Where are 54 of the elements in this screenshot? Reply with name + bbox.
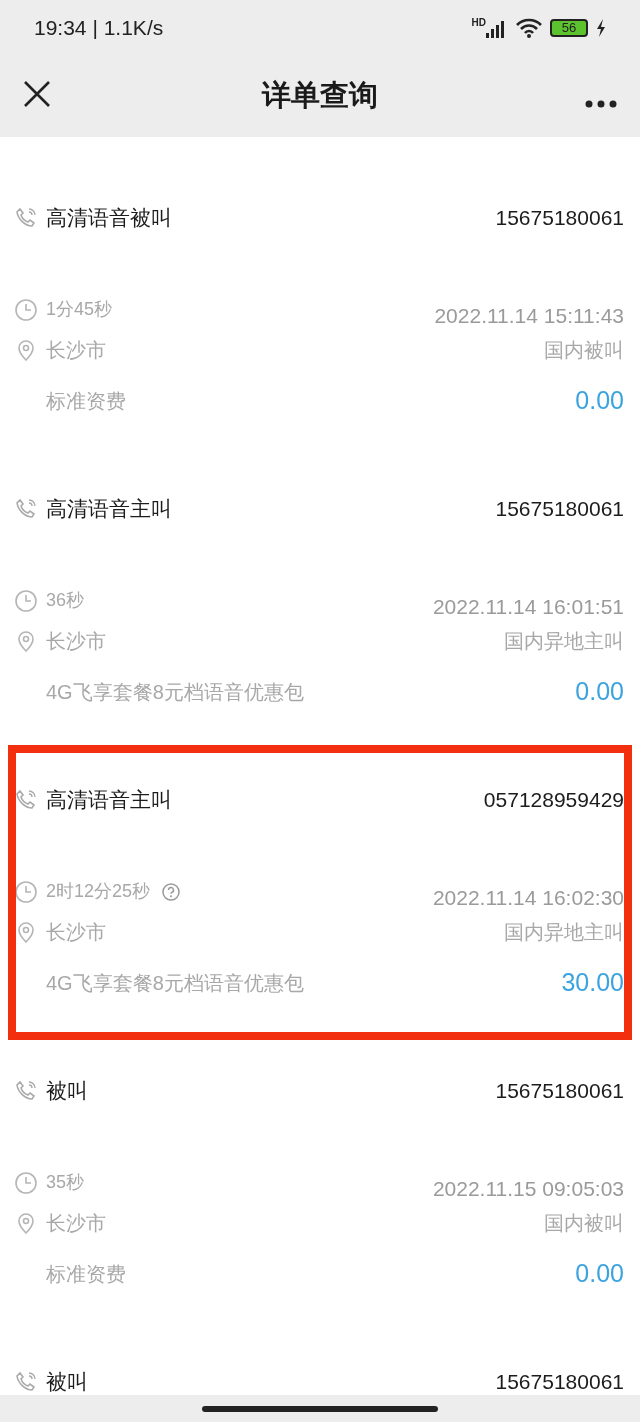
phone-number: 15675180061 [495, 1078, 624, 1105]
close-icon [22, 79, 52, 109]
call-fee: 30.00 [561, 967, 624, 999]
call-datetime: 2022.11.14 16:02:30 [432, 885, 624, 911]
call-location: 长沙市 [46, 920, 106, 945]
call-location: 长沙市 [46, 629, 106, 654]
phone-number: 15675180061 [495, 205, 624, 232]
call-category: 国内异地主叫 [504, 920, 624, 945]
phone-number: 15675180061 [495, 496, 624, 523]
call-fee: 0.00 [575, 1258, 624, 1290]
call-duration: 36秒 [46, 589, 85, 612]
network-label: HD [471, 17, 486, 28]
tariff-plan: 标准资费 [46, 1262, 126, 1287]
call-duration: 2时12分25秒 [46, 880, 151, 903]
call-category: 国内异地主叫 [504, 629, 624, 654]
call-location: 长沙市 [46, 338, 106, 363]
status-time: 19:34 | 1.1K/s [34, 14, 164, 41]
call-duration: 1分45秒 [46, 298, 113, 321]
phone-icon [14, 497, 38, 521]
battery-indicator: 56 [550, 18, 588, 37]
clock-icon [14, 297, 38, 322]
close-button[interactable] [22, 79, 52, 109]
wifi-icon [516, 17, 542, 38]
phone-icon [14, 206, 38, 230]
clock-icon [14, 588, 38, 613]
tariff-plan: 标准资费 [46, 389, 126, 414]
call-fee: 0.00 [575, 385, 624, 417]
tariff-plan: 4G飞享套餐8元档语音优惠包 [46, 971, 304, 996]
phone-icon [14, 1079, 38, 1103]
help-icon[interactable] [162, 882, 181, 901]
call-datetime: 2022.11.14 16:01:51 [432, 594, 624, 620]
call-location: 长沙市 [46, 1211, 106, 1236]
phone-icon [14, 1370, 38, 1394]
call-type: 高清语音主叫 [46, 496, 172, 523]
clock-icon [14, 879, 38, 904]
call-type: 高清语音主叫 [46, 787, 172, 814]
call-category: 国内被叫 [544, 1211, 624, 1236]
call-category: 国内被叫 [544, 338, 624, 363]
phone-number: 057128959429 [483, 787, 624, 814]
call-type: 高清语音被叫 [46, 205, 172, 232]
clock-icon [14, 1170, 38, 1195]
call-fee: 0.00 [575, 676, 624, 708]
tariff-plan: 4G飞享套餐8元档语音优惠包 [46, 680, 304, 705]
call-datetime: 2022.11.15 09:05:03 [432, 1176, 624, 1202]
call-type: 被叫 [46, 1078, 88, 1105]
page-title: 详单查询 [262, 78, 378, 114]
call-duration: 35秒 [46, 1171, 85, 1194]
phone-icon [14, 788, 38, 812]
charging-icon [596, 18, 606, 37]
phone-number: 15675180061 [495, 1369, 624, 1395]
call-type: 被叫 [46, 1369, 88, 1395]
more-icon [584, 98, 618, 109]
home-indicator[interactable] [202, 1405, 438, 1412]
call-datetime: 2022.11.14 15:11:43 [434, 303, 624, 329]
